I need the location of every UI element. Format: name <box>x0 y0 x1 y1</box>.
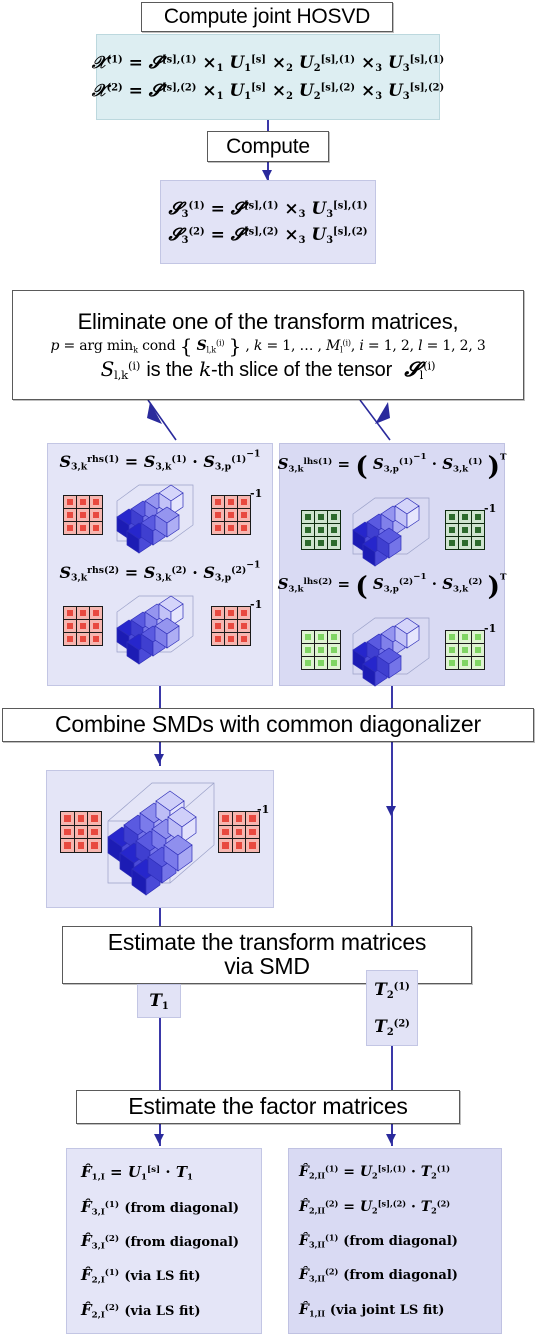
step-compute-label: Compute <box>226 134 310 158</box>
lhs-graphic-1: -1 <box>279 482 505 567</box>
rhs-equation-2: S3,krhs(2) = S3,k(2) · S3,p(2)−1 <box>59 559 261 584</box>
connector-t2-to-factor <box>391 1046 393 1090</box>
tensor-cube-rhs-1 <box>116 484 194 554</box>
step-estimate-transform-line2: via SMD <box>224 953 310 979</box>
step-estimate-factor[interactable]: Estimate the factor matrices <box>76 1090 460 1124</box>
rhs-equation-1: S3,krhs(1) = S3,k(1) · S3,p(1)−1 <box>59 448 261 473</box>
arrowhead-compute-to-core <box>262 170 272 180</box>
matrix-darkgreen-right-1 <box>445 510 485 550</box>
step-combine-smds[interactable]: Combine SMDs with common diagonalizer <box>2 708 534 742</box>
tensor-cube-lhs-1 <box>352 497 430 567</box>
matrix-red-right-1 <box>211 495 251 535</box>
matrix-red-right-combined <box>218 811 260 853</box>
arrowhead-factor-right <box>386 1134 396 1144</box>
step-compute-joint-hosvd[interactable]: Compute joint HOSVD <box>141 2 393 32</box>
step-estimate-transform-line1: Estimate the transform matrices <box>107 929 427 956</box>
rhs-smd-box: S3,krhs(1) = S3,k(1) · S3,p(1)−1 -1 S3,k… <box>47 443 273 686</box>
combined-tensor-box: -1 <box>46 770 274 908</box>
hosvd-equation-2: 𝒳(2) = 𝓢[s],(2) ×1 U1[s] ×2 U2[s],(2) ×3… <box>91 81 445 102</box>
lhs-smd-box: S3,klhs(1) = ( S3,p(1)−1 · S3,k(1) )T -1… <box>277 443 507 687</box>
inverse-exponent-rhs-2: -1 <box>250 598 263 611</box>
hosvd-equations-box: 𝒳(1) = 𝓢[s],(1) ×1 U1[s] ×2 U2[s],(1) ×3… <box>92 34 444 120</box>
step-combine-smds-label: Combine SMDs with common diagonalizer <box>55 711 481 738</box>
lhs-graphic-2: -1 <box>279 602 505 687</box>
lhs-equation-1: S3,klhs(1) = ( S3,p(1)−1 · S3,k(1) )T <box>277 452 507 482</box>
arrowhead-factor-left <box>154 1134 164 1144</box>
connector-eliminate-fanout <box>147 399 391 441</box>
connector-rhs-to-combine <box>159 686 161 708</box>
factor-right-note-3: (from diagonal) <box>343 1233 458 1249</box>
tensor-cube-rhs-2 <box>116 595 194 665</box>
t1-label: T1 <box>149 991 169 1012</box>
matrix-red-left-2 <box>63 606 103 646</box>
factor-right-line-1: F̂2,II(1) = U2[s],(1) · T2(1) <box>299 1163 451 1181</box>
step-eliminate[interactable]: Eliminate one of the transform matrices,… <box>12 290 524 400</box>
matrix-lightgreen-left-2 <box>301 629 341 670</box>
factor-left-line-5: F̂2,I(2) (via LS fit) <box>81 1300 201 1321</box>
factor-right-note-5: (via joint LS fit) <box>329 1302 445 1318</box>
factor-right-line-3: F̂3,II(1) (from diagonal) <box>299 1232 458 1250</box>
factor-right-line-4: F̂3,II(2) (from diagonal) <box>299 1266 458 1284</box>
factor-left-note-3: (from diagonal) <box>124 1234 240 1250</box>
t2-box: T2(1) T2(2) <box>366 970 418 1046</box>
factor-results-left-box: F̂1,I = U1[s] · T1 F̂3,I(1) (from diagon… <box>66 1148 262 1334</box>
matrix-red-right-2 <box>211 606 251 646</box>
rhs-graphic-2: -1 <box>47 582 273 668</box>
factor-left-note-4: (via LS fit) <box>124 1269 201 1285</box>
connector-t1-to-factor <box>159 1008 161 1090</box>
core-equation-1: 𝓢3(1) = 𝓢[s],(1) ×3 U3[s],(1) <box>168 199 368 220</box>
step-compute[interactable]: Compute <box>207 131 329 162</box>
step-eliminate-line2: p = arg mink cond { Sl,k(i) } , k = 1, …… <box>50 333 486 358</box>
factor-left-line-2: F̂3,I(1) (from diagonal) <box>81 1197 240 1217</box>
connector-combined-to-estimate <box>159 908 161 926</box>
factor-left-line-4: F̂2,I(1) (via LS fit) <box>81 1266 201 1286</box>
step-eliminate-line1: Eliminate one of the transform matrices, <box>77 308 459 334</box>
inverse-exponent-lhs-1: -1 <box>484 502 497 515</box>
factor-left-line-1: F̂1,I = U1[s] · T1 <box>81 1163 194 1183</box>
t2-label-1: T2(1) <box>374 979 410 1001</box>
tensor-cube-lhs-2 <box>352 617 430 687</box>
factor-results-right-box: F̂2,II(1) = U2[s],(1) · T2(1) F̂2,II(2) … <box>288 1148 502 1334</box>
factor-left-note-5: (via LS fit) <box>124 1303 201 1319</box>
factor-right-line-2: F̂2,II(2) = U2[s],(2) · T2(2) <box>299 1198 451 1215</box>
rhs-graphic-1: -1 <box>47 471 273 557</box>
inverse-exponent-rhs-1: -1 <box>250 487 263 500</box>
connector-lhs-to-combine <box>391 686 393 708</box>
matrix-red-left-1 <box>63 495 103 535</box>
tensor-cube-combined <box>107 782 215 896</box>
t2-label-2: T2(2) <box>374 1016 410 1038</box>
t1-box: T1 <box>137 984 181 1018</box>
inverse-exponent-combined: -1 <box>257 803 270 816</box>
factor-right-note-4: (from diagonal) <box>343 1268 458 1284</box>
factor-left-line-3: F̂3,I(2) (from diagonal) <box>81 1231 240 1252</box>
matrix-lightgreen-right-2 <box>445 629 485 670</box>
core-equation-2: 𝓢3(2) = 𝓢[s],(2) ×3 U3[s],(2) <box>168 225 368 246</box>
core-tensor-box: 𝓢3(1) = 𝓢[s],(1) ×3 U3[s],(1) 𝓢3(2) = 𝓢[… <box>160 180 376 264</box>
factor-right-line-5: F̂1,II (via joint LS fit) <box>299 1301 445 1319</box>
matrix-darkgreen-left-1 <box>301 510 341 550</box>
factor-left-note-2: (from diagonal) <box>124 1200 240 1216</box>
lhs-equation-2: S3,klhs(2) = ( S3,p(2)−1 · S3,k(2) )T <box>277 571 507 602</box>
hosvd-equation-1: 𝒳(1) = 𝓢[s],(1) ×1 U1[s] ×2 U2[s],(1) ×3… <box>91 53 445 74</box>
combined-graphic: -1 <box>46 771 274 907</box>
step-eliminate-line3: Sl,k(i) is the k-th slice of the tensor … <box>100 356 436 382</box>
arrowhead-combine-to-combined <box>154 754 164 764</box>
inverse-exponent-lhs-2: -1 <box>484 621 497 635</box>
matrix-red-left-combined <box>60 811 102 853</box>
arrowhead-combine-to-t2 <box>386 806 396 816</box>
step-compute-joint-hosvd-label: Compute joint HOSVD <box>163 5 371 29</box>
step-estimate-factor-label: Estimate the factor matrices <box>128 1093 408 1120</box>
